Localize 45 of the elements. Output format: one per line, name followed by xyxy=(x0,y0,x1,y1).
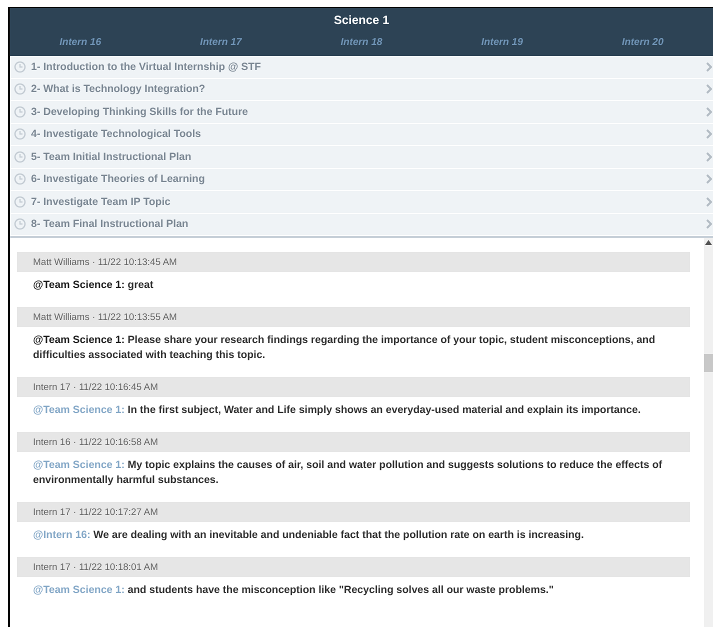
intern-name: Intern 19 xyxy=(481,36,523,50)
chevron-icon[interactable] xyxy=(706,129,712,140)
message-meta: Matt Williams · 11/22 10:13:45 AM xyxy=(33,256,177,268)
task-item[interactable]: 5- Team Initial Instructional Plan xyxy=(10,146,713,168)
clock-icon xyxy=(14,173,26,186)
task-item[interactable]: 3- Developing Thinking Skills for the Future xyxy=(10,101,713,124)
clock-icon xyxy=(14,60,26,73)
chevron-icon[interactable] xyxy=(706,219,712,230)
message-text: @Team Science 1: great xyxy=(33,278,154,293)
scrollbar[interactable] xyxy=(704,238,713,627)
message-meta: Intern 17 · 11/22 10:16:45 AM xyxy=(33,382,158,392)
message-text: @Team Science 1: My topic explains the causes of air, soil and water pollution and suggests solutions to reduce the effects of environmentally harmful substances. xyxy=(33,458,664,488)
intern-name: Intern 17 xyxy=(200,36,242,50)
task-item[interactable]: 6- Investigate Theories of Learning xyxy=(10,168,713,191)
clock-icon xyxy=(14,83,26,96)
message-meta: Intern 17 · 11/22 10:17:27 AM xyxy=(33,506,158,518)
clock-icon xyxy=(14,128,26,140)
intern-name: Intern 18 xyxy=(340,36,382,50)
scrollbar-thumb[interactable] xyxy=(704,354,713,372)
chevron-icon[interactable] xyxy=(706,152,712,162)
clock-icon xyxy=(14,106,26,118)
message-meta: Intern 16 · 11/22 10:16:58 AM xyxy=(33,436,158,448)
message-meta: Intern 17 · 11/22 10:18:01 AM xyxy=(33,562,158,572)
scroll-up-icon[interactable] xyxy=(705,240,712,245)
task-item[interactable]: 2- What is Technology Integration? xyxy=(10,78,713,101)
chevron-icon[interactable] xyxy=(706,84,712,94)
panel-title: Science 1 xyxy=(334,12,390,28)
chevron-icon[interactable] xyxy=(706,196,712,207)
message-text: @Team Science 1: In the first subject, Water and Life simply shows an everyday-used material and explain its importance. xyxy=(33,403,642,418)
message-meta: Matt Williams · 11/22 10:13:55 AM xyxy=(33,312,177,322)
task-item[interactable]: 7- Investigate Team IP Topic xyxy=(10,191,713,214)
clock-icon xyxy=(14,218,26,230)
clock-icon xyxy=(14,150,26,163)
intern-name: Intern 16 xyxy=(59,36,102,50)
message-text: @Team Science 1: and students have the misconception like "Recycling solves all our waste problems." xyxy=(33,583,555,598)
message-text: @Team Science 1: Please share your research findings regarding the importance of your topic, student misconceptions, and difficulties associated with teaching this topic. xyxy=(33,333,656,363)
intern-name: Intern 20 xyxy=(622,36,664,50)
chevron-icon[interactable] xyxy=(706,106,712,117)
clock-icon xyxy=(14,196,26,208)
task-item[interactable]: 4- Investigate Technological Tools xyxy=(10,124,713,146)
task-item[interactable]: 1- Introduction to the Virtual Internship @ STF xyxy=(10,56,713,78)
message-text: @Intern 16: We are dealing with an inevitable and undeniable fact that the pollution rate on earth is increasing. xyxy=(33,528,585,543)
chevron-icon[interactable] xyxy=(706,62,712,72)
task-item[interactable]: 8- Team Final Instructional Plan xyxy=(10,214,713,236)
chevron-icon[interactable] xyxy=(706,174,712,184)
